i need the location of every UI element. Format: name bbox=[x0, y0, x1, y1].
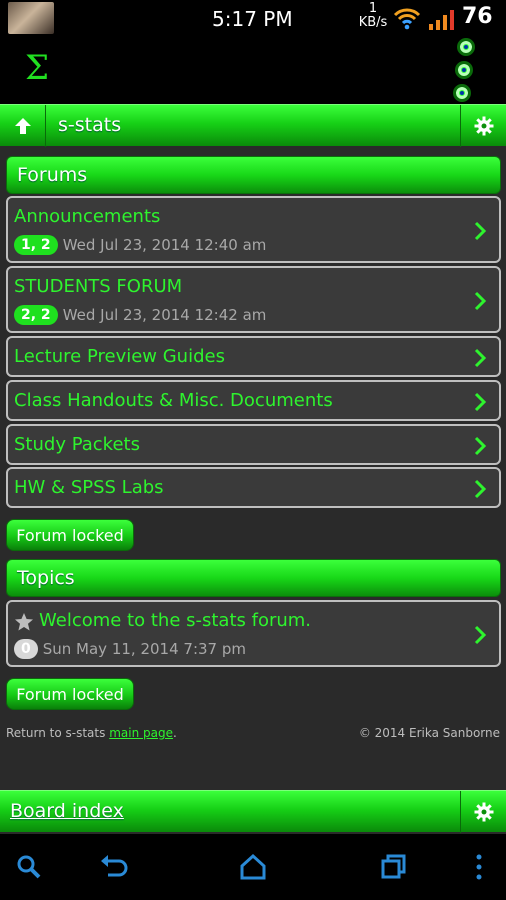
gear-icon bbox=[474, 802, 493, 822]
status-bar: 5:17 PM 1 KB/s 76 bbox=[0, 0, 506, 36]
topic-meta: 0 Sun May 11, 2014 7:37 pm bbox=[14, 639, 246, 659]
search-icon[interactable] bbox=[14, 852, 44, 882]
notification-avatar bbox=[8, 2, 54, 34]
clock: 5:17 PM bbox=[212, 7, 293, 31]
chevron-right-icon bbox=[474, 291, 487, 311]
back-icon[interactable] bbox=[98, 852, 128, 882]
chevron-right-icon bbox=[474, 625, 487, 645]
main-page-link[interactable]: main page bbox=[109, 726, 173, 740]
breadcrumb-bar: s-stats bbox=[0, 104, 506, 147]
topic-title: Welcome to the s-stats forum. bbox=[39, 610, 312, 631]
return-prefix: Return to s-stats bbox=[6, 726, 106, 740]
last-post-date: Wed Jul 23, 2014 12:40 am bbox=[62, 236, 267, 254]
forums-header: Forums bbox=[6, 156, 501, 194]
star-icon bbox=[15, 613, 33, 631]
arrow-up-icon bbox=[15, 118, 31, 134]
forum-meta: 2, 2 Wed Jul 23, 2014 12:42 am bbox=[14, 305, 266, 325]
chevron-right-icon bbox=[474, 221, 487, 241]
topics-header-label: Topics bbox=[17, 567, 75, 589]
settings-button[interactable] bbox=[460, 791, 506, 833]
system-nav-bar bbox=[0, 834, 506, 900]
chevron-right-icon bbox=[474, 436, 487, 456]
battery-level: 76 bbox=[462, 4, 493, 29]
forum-item-lecture-guides[interactable]: Lecture Preview Guides bbox=[6, 336, 501, 377]
topics-header: Topics bbox=[6, 559, 501, 597]
forum-item-students[interactable]: STUDENTS FORUM 2, 2 Wed Jul 23, 2014 12:… bbox=[6, 266, 501, 333]
forum-item-study-packets[interactable]: Study Packets bbox=[6, 424, 501, 465]
forum-name: Class Handouts & Misc. Documents bbox=[14, 390, 333, 411]
forum-item-hw-labs[interactable]: HW & SPSS Labs bbox=[6, 467, 501, 508]
forums-header-label: Forums bbox=[17, 164, 88, 186]
up-button[interactable] bbox=[0, 105, 46, 147]
forum-item-handouts[interactable]: Class Handouts & Misc. Documents bbox=[6, 380, 501, 421]
gear-icon bbox=[474, 116, 493, 136]
network-rate-unit: KB/s bbox=[358, 15, 388, 30]
pages-badge[interactable]: 1, 2 bbox=[14, 235, 58, 255]
recent-apps-icon[interactable] bbox=[378, 852, 408, 882]
forum-locked-label: Forum locked bbox=[16, 526, 124, 545]
menu-icon[interactable] bbox=[464, 852, 494, 882]
forum-locked-badge: Forum locked bbox=[6, 519, 134, 551]
chevron-right-icon bbox=[474, 392, 487, 412]
wifi-icon bbox=[393, 8, 421, 30]
forum-name: Study Packets bbox=[14, 434, 140, 455]
pages-badge[interactable]: 2, 2 bbox=[14, 305, 58, 325]
forum-meta: 1, 2 Wed Jul 23, 2014 12:40 am bbox=[14, 235, 266, 255]
app-bar: Σ bbox=[0, 36, 506, 104]
forum-item-announcements[interactable]: Announcements 1, 2 Wed Jul 23, 2014 12:4… bbox=[6, 196, 501, 263]
return-link-text: Return to s-stats main page. bbox=[6, 726, 177, 740]
network-rate-value: 1 bbox=[368, 1, 378, 16]
board-index-bar: Board index bbox=[0, 790, 506, 833]
last-post-date: Wed Jul 23, 2014 12:42 am bbox=[62, 306, 267, 324]
app-logo[interactable]: Σ bbox=[25, 48, 49, 88]
forum-name: Lecture Preview Guides bbox=[14, 346, 225, 367]
topic-locked-label: Forum locked bbox=[16, 685, 124, 704]
breadcrumb-title[interactable]: s-stats bbox=[58, 114, 121, 136]
settings-button[interactable] bbox=[460, 105, 506, 147]
chevron-right-icon bbox=[474, 348, 487, 368]
copyright: © 2014 Erika Sanborne bbox=[358, 726, 500, 740]
signal-icon bbox=[429, 10, 454, 30]
network-rate: 1 KB/s bbox=[356, 2, 390, 30]
forum-name: HW & SPSS Labs bbox=[14, 477, 164, 498]
topic-locked-badge: Forum locked bbox=[6, 678, 134, 710]
home-icon[interactable] bbox=[238, 852, 268, 882]
chevron-right-icon bbox=[474, 479, 487, 499]
topic-item-welcome[interactable]: Welcome to the s-stats forum. 0 Sun May … bbox=[6, 600, 501, 667]
last-post-date: Sun May 11, 2014 7:37 pm bbox=[42, 640, 246, 658]
reply-count-badge: 0 bbox=[14, 639, 38, 659]
overflow-menu-icon[interactable] bbox=[453, 38, 478, 104]
forum-name: Announcements bbox=[14, 206, 161, 227]
forum-name: STUDENTS FORUM bbox=[14, 276, 183, 297]
board-index-link[interactable]: Board index bbox=[10, 800, 124, 822]
return-suffix: . bbox=[172, 726, 177, 740]
